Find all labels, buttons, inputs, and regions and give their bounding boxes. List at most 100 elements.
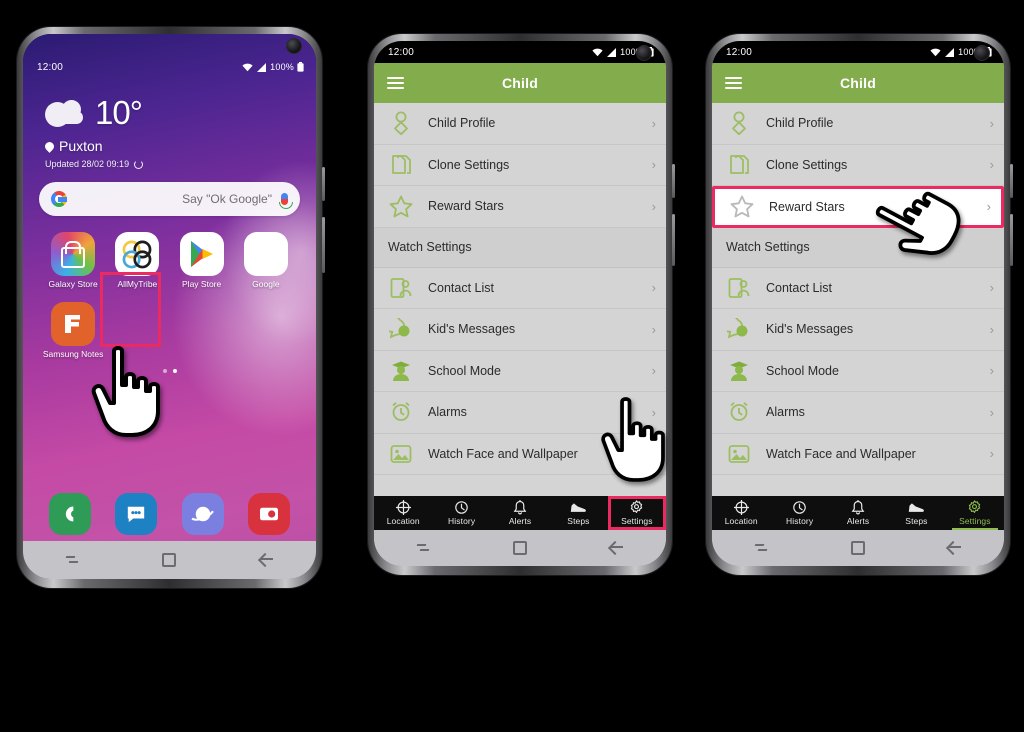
chevron-right-icon: › [989,363,994,379]
person-icon [388,110,414,136]
list-item-school-mode[interactable]: School Mode › [374,351,666,392]
app-label: Galaxy Store [48,279,98,289]
home-icon[interactable] [162,553,177,567]
list-item-school-mode[interactable]: School Mode › [712,351,1004,392]
tab-alerts[interactable]: Alerts [491,496,549,530]
tab-label: Alerts [846,516,870,526]
chevron-right-icon: › [651,446,656,462]
list-item-clone-settings[interactable]: Clone Settings › [712,145,1004,186]
phone-home-screen: 12:00 100% 10° Puxton Updated 28/02 09:1… [23,34,316,579]
dock-internet[interactable] [181,493,224,535]
status-bar: 12:00 100% [23,56,316,78]
tab-settings[interactable]: Settings [946,496,1004,530]
microphone-icon[interactable] [278,193,293,209]
app-grid: Galaxy Store AllMyTribe Play Store Googl… [23,232,316,360]
list-item-label: Clone Settings [766,157,848,172]
section-header-watch-settings: Watch Settings [374,227,666,268]
wallpaper-icon [388,441,414,467]
weather-updated: Updated 28/02 09:19 [45,159,130,169]
settings-list[interactable]: Child Profile › Clone Settings › Reward … [712,103,1004,496]
hamburger-icon[interactable] [387,77,404,89]
dock-phone[interactable] [49,493,92,535]
refresh-icon[interactable] [134,159,144,169]
weather-location-row: Puxton [43,138,316,154]
hamburger-icon[interactable] [725,77,742,89]
bell-icon [851,500,865,515]
list-item-kids-messages[interactable]: Kid's Messages › [374,309,666,351]
list-item-kids-messages[interactable]: Kid's Messages › [712,309,1004,351]
recents-icon[interactable] [65,553,79,567]
tab-history[interactable]: History [770,496,828,530]
list-item-watch-face-wallpaper[interactable]: Watch Face and Wallpaper › [374,434,666,475]
list-item-reward-stars[interactable]: Reward Stars › [374,186,666,228]
home-icon[interactable] [850,541,865,555]
screenshot-stage: 12:00 100% 10° Puxton Updated 28/02 09:1… [0,0,1024,732]
list-item-reward-stars[interactable]: Reward Stars › [712,186,1004,228]
samsung-notes-icon [51,301,96,346]
search-placeholder: Say "Ok Google" [182,192,272,206]
power-button[interactable] [1010,214,1013,266]
tab-alerts[interactable]: Alerts [829,496,887,530]
messages-icon [115,493,158,535]
tab-location[interactable]: Location [712,496,770,530]
volume-button[interactable] [672,164,675,198]
student-icon [388,358,414,384]
home-icon[interactable] [512,541,527,555]
list-item-child-profile[interactable]: Child Profile › [374,103,666,145]
list-item-contact-list[interactable]: Contact List › [712,268,1004,309]
phone3-screen: 12:00 100% Child Child Profile › Clone S… [712,41,1004,566]
list-item-alarms[interactable]: Alarms › [712,392,1004,434]
volume-button[interactable] [322,167,325,201]
back-icon[interactable] [610,541,624,555]
app-galaxy-store[interactable]: Galaxy Store [41,232,105,290]
list-item-watch-face-wallpaper[interactable]: Watch Face and Wallpaper › [712,434,1004,475]
list-item-label: School Mode [766,363,839,378]
page-dot-active[interactable] [172,368,177,373]
list-item-child-profile[interactable]: Child Profile › [712,103,1004,145]
chevron-right-icon: › [989,404,994,420]
volume-button[interactable] [1010,164,1013,198]
tab-history[interactable]: History [432,496,490,530]
chevron-right-icon: › [989,115,994,131]
contacts-icon [388,275,414,301]
tab-steps[interactable]: Steps [549,496,607,530]
app-label: Google [252,279,280,289]
page-title: Child [840,75,876,91]
list-item-label: Child Profile [766,116,834,131]
power-button[interactable] [672,214,675,266]
tab-settings[interactable]: Settings [607,496,666,530]
tab-label: Settings [959,516,991,526]
app-samsung-notes[interactable]: Samsung Notes [41,301,105,360]
page-dot[interactable] [162,368,167,373]
allmytribe-highlight-box [100,272,161,347]
status-bar: 12:00 100% [712,41,1004,63]
back-icon[interactable] [948,541,962,555]
weather-location: Puxton [59,138,103,154]
app-play-store[interactable]: Play Store [170,232,234,290]
google-search-bar[interactable]: Say "Ok Google" [39,182,300,216]
list-item-label: Reward Stars [428,199,504,214]
app-label: Samsung Notes [42,348,104,359]
bell-icon [513,500,527,515]
recents-icon[interactable] [754,541,768,555]
person-icon [726,110,752,136]
weather-widget[interactable]: 10° Puxton Updated 28/02 09:19 [23,78,316,169]
back-icon[interactable] [260,553,274,567]
android-nav-bar [23,541,316,579]
list-item-contact-list[interactable]: Contact List › [374,268,666,309]
android-nav-bar [374,530,666,566]
allmytribe-icon [115,232,160,276]
settings-list[interactable]: Child Profile › Clone Settings › Reward … [374,103,666,496]
recents-icon[interactable] [416,541,430,555]
tab-location[interactable]: Location [374,496,432,530]
list-item-clone-settings[interactable]: Clone Settings › [374,145,666,186]
power-button[interactable] [322,217,325,273]
app-google-folder[interactable]: Google [234,232,298,290]
tab-steps[interactable]: Steps [887,496,945,530]
list-item-alarms[interactable]: Alarms › [374,392,666,434]
front-camera [286,38,302,54]
dock-messages[interactable] [115,493,158,535]
dock-camera[interactable] [247,493,290,535]
chat-icon [388,316,414,342]
contacts-icon [726,275,752,301]
